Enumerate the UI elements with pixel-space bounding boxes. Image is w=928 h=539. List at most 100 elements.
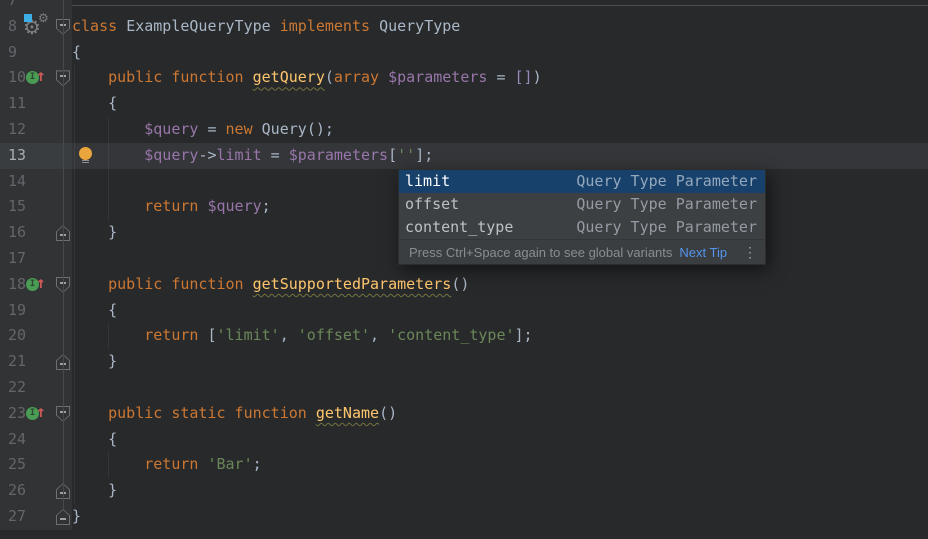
code-token: Query bbox=[262, 120, 307, 138]
line-number[interactable]: 23 bbox=[8, 401, 26, 427]
line-number[interactable]: 27 bbox=[8, 504, 26, 530]
gutter-cell[interactable]: 26 bbox=[0, 478, 72, 504]
line-number[interactable]: 15 bbox=[8, 194, 26, 220]
code-line[interactable]: return ['limit', 'offset', 'content_type… bbox=[72, 323, 928, 349]
implements-marker-icon[interactable]: I↑ bbox=[26, 278, 50, 293]
lightbulb-icon[interactable] bbox=[79, 147, 92, 160]
code-line[interactable]: public function getSupportedParameters() bbox=[72, 272, 928, 298]
gutter-cell[interactable]: 24 bbox=[0, 427, 72, 453]
line-number[interactable]: 9 bbox=[8, 40, 17, 66]
editor-line[interactable]: 21 } bbox=[0, 349, 928, 375]
code-line[interactable]: $query->limit = $parameters['']; bbox=[72, 143, 928, 169]
completion-hint-bar: Press Ctrl+Space again to see global var… bbox=[399, 239, 765, 264]
editor-line[interactable]: 23I↑ public static function getName() bbox=[0, 401, 928, 427]
editor-line[interactable]: 27} bbox=[0, 504, 928, 530]
line-number[interactable]: 18 bbox=[8, 272, 26, 298]
gutter-cell[interactable]: 10I↑ bbox=[0, 65, 72, 91]
gutter-cell[interactable]: 9 bbox=[0, 40, 72, 66]
line-number[interactable]: 17 bbox=[8, 246, 26, 272]
line-number[interactable]: 24 bbox=[8, 427, 26, 453]
code-line[interactable]: $query = new Query(); bbox=[72, 117, 928, 143]
gutter-cell[interactable]: 25 bbox=[0, 452, 72, 478]
editor-line[interactable]: 7 bbox=[0, 0, 928, 14]
code-line[interactable]: public static function getName() bbox=[72, 401, 928, 427]
code-token bbox=[72, 275, 108, 293]
line-number[interactable]: 20 bbox=[8, 323, 26, 349]
gutter-cell[interactable]: 16 bbox=[0, 220, 72, 246]
line-number[interactable]: 11 bbox=[8, 91, 26, 117]
line-number[interactable]: 12 bbox=[8, 117, 26, 143]
code-token: $parameters bbox=[289, 146, 388, 164]
code-line[interactable]: } bbox=[72, 478, 928, 504]
editor-line[interactable]: 18I↑ public function getSupportedParamet… bbox=[0, 272, 928, 298]
code-line[interactable]: { bbox=[72, 91, 928, 117]
code-line[interactable]: } bbox=[72, 504, 928, 530]
code-line[interactable] bbox=[72, 0, 928, 14]
code-token: return bbox=[144, 197, 207, 215]
editor-line[interactable]: 11 { bbox=[0, 91, 928, 117]
gutter-cell[interactable]: 21 bbox=[0, 349, 72, 375]
line-number[interactable]: 16 bbox=[8, 220, 26, 246]
line-number[interactable]: 25 bbox=[8, 452, 26, 478]
kebab-menu-icon[interactable]: ⋮ bbox=[743, 245, 757, 259]
line-number[interactable]: 13 bbox=[8, 143, 26, 169]
code-token: class bbox=[72, 17, 126, 35]
line-number[interactable]: 8 bbox=[8, 14, 17, 40]
gutter-cell[interactable]: 14 bbox=[0, 169, 72, 195]
editor-line[interactable]: 10I↑ public function getQuery(array $par… bbox=[0, 65, 928, 91]
implements-marker-icon[interactable]: I↑ bbox=[26, 71, 50, 86]
completion-item-label: content_type bbox=[405, 216, 513, 239]
code-line[interactable] bbox=[72, 375, 928, 401]
editor-line[interactable]: 8⚙⚙class ExampleQueryType implements Que… bbox=[0, 14, 928, 40]
fold-expand-icon[interactable] bbox=[56, 509, 70, 525]
gutter-cell[interactable]: 20 bbox=[0, 323, 72, 349]
code-token: -> bbox=[198, 146, 216, 164]
code-tokens: { bbox=[72, 301, 117, 319]
line-number[interactable]: 10 bbox=[8, 65, 26, 91]
gutter-cell[interactable]: 27 bbox=[0, 504, 72, 530]
editor-line[interactable]: 13 $query->limit = $parameters['']; bbox=[0, 143, 928, 169]
code-line[interactable]: { bbox=[72, 298, 928, 324]
gutter-cell[interactable]: 8⚙⚙ bbox=[0, 14, 72, 40]
completion-item[interactable]: offsetQuery Type Parameter bbox=[399, 193, 765, 216]
editor-line[interactable]: 25 return 'Bar'; bbox=[0, 452, 928, 478]
next-tip-link[interactable]: Next Tip bbox=[679, 245, 727, 260]
override-arrow-icon: ↑ bbox=[36, 402, 46, 421]
code-tokens: $query = new Query(); bbox=[72, 120, 334, 138]
code-line[interactable]: return 'Bar'; bbox=[72, 452, 928, 478]
editor-line[interactable]: 26 } bbox=[0, 478, 928, 504]
line-number[interactable]: 14 bbox=[8, 169, 26, 195]
editor-line[interactable]: 22 bbox=[0, 375, 928, 401]
gutter-cell[interactable]: 11 bbox=[0, 91, 72, 117]
code-line[interactable]: } bbox=[72, 349, 928, 375]
line-number[interactable]: 19 bbox=[8, 298, 26, 324]
completion-item[interactable]: content_typeQuery Type Parameter bbox=[399, 216, 765, 239]
code-line[interactable]: { bbox=[72, 427, 928, 453]
gutter-cell[interactable]: 13 bbox=[0, 143, 72, 169]
code-line[interactable]: { bbox=[72, 40, 928, 66]
gutter-cell[interactable]: 22 bbox=[0, 375, 72, 401]
gutter-cell[interactable]: 12 bbox=[0, 117, 72, 143]
gutter-cell[interactable]: 15 bbox=[0, 194, 72, 220]
line-number[interactable]: 26 bbox=[8, 478, 26, 504]
gutter-cell[interactable]: 7 bbox=[0, 0, 72, 14]
gutter-cell[interactable]: 19 bbox=[0, 298, 72, 324]
gutter-cell[interactable]: 23I↑ bbox=[0, 401, 72, 427]
code-token: = bbox=[262, 146, 289, 164]
gutter-cell[interactable]: 17 bbox=[0, 246, 72, 272]
code-line[interactable]: class ExampleQueryType implements QueryT… bbox=[72, 14, 928, 40]
gear-icon[interactable]: ⚙⚙ bbox=[23, 13, 50, 40]
editor-line[interactable]: 9{ bbox=[0, 40, 928, 66]
code-tokens: public function getSupportedParameters() bbox=[72, 275, 469, 293]
completion-item[interactable]: limitQuery Type Parameter bbox=[399, 170, 765, 193]
editor-line[interactable]: 19 { bbox=[0, 298, 928, 324]
line-number[interactable]: 7 bbox=[8, 0, 17, 14]
gutter-cell[interactable]: 18I↑ bbox=[0, 272, 72, 298]
editor-line[interactable]: 20 return ['limit', 'offset', 'content_t… bbox=[0, 323, 928, 349]
editor-line[interactable]: 12 $query = new Query(); bbox=[0, 117, 928, 143]
editor-line[interactable]: 24 { bbox=[0, 427, 928, 453]
code-line[interactable]: public function getQuery(array $paramete… bbox=[72, 65, 928, 91]
implements-marker-icon[interactable]: I↑ bbox=[26, 407, 50, 422]
line-number[interactable]: 21 bbox=[8, 349, 26, 375]
line-number[interactable]: 22 bbox=[8, 375, 26, 401]
